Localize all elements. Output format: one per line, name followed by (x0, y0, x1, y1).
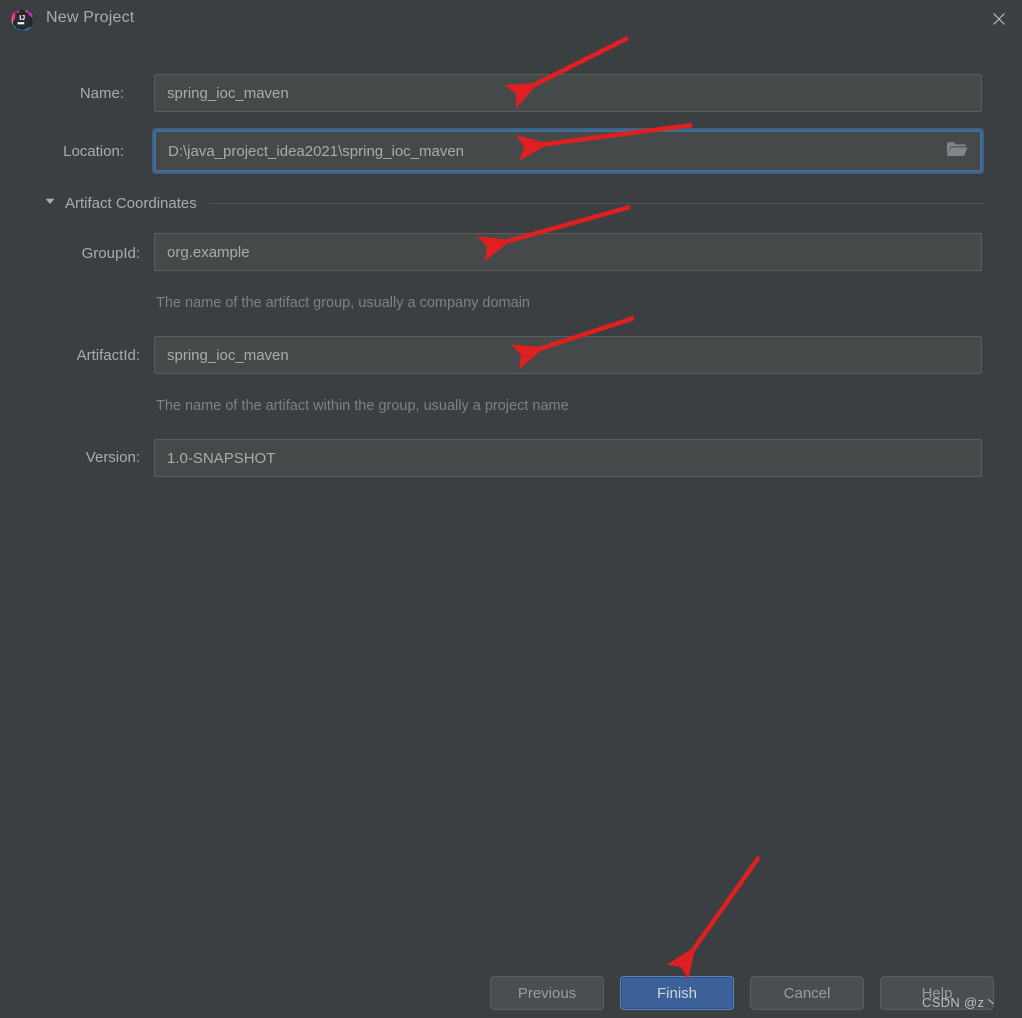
annotation-arrow-finish (666, 855, 761, 980)
artifactid-helper-text: The name of the artifact within the grou… (156, 398, 569, 414)
location-label: Location: (63, 143, 124, 160)
groupid-helper-text: The name of the artifact group, usually … (156, 295, 530, 311)
folder-icon[interactable] (946, 140, 968, 162)
version-label: Version: (85, 449, 140, 466)
artifactid-input[interactable]: spring_ioc_maven (154, 336, 982, 374)
finish-button[interactable]: Finish (620, 976, 734, 1010)
svg-text:IJ: IJ (19, 13, 25, 22)
name-label: Name: (79, 85, 124, 102)
version-input-value: 1.0-SNAPSHOT (167, 449, 276, 467)
cancel-button[interactable]: Cancel (750, 976, 864, 1010)
name-input[interactable]: spring_ioc_maven (154, 74, 982, 112)
intellij-idea-icon: IJ (11, 9, 33, 31)
groupid-input[interactable]: org.example (154, 233, 982, 271)
window-title: New Project (46, 9, 135, 26)
artifactid-input-value: spring_ioc_maven (167, 346, 289, 364)
version-input[interactable]: 1.0-SNAPSHOT (154, 439, 982, 477)
groupid-label: GroupId: (81, 245, 140, 262)
previous-button[interactable]: Previous (490, 976, 604, 1010)
close-icon (991, 11, 1007, 27)
window-titlebar: IJ New Project (0, 0, 1022, 38)
artifact-coordinates-title: Artifact Coordinates (65, 194, 197, 212)
location-input-value: D:\java_project_idea2021\spring_ioc_mave… (168, 142, 465, 160)
section-divider (208, 202, 984, 204)
watermark: CSDN @z丶 (922, 995, 998, 1010)
artifact-coordinates-section-toggle[interactable]: Artifact Coordinates (44, 191, 984, 215)
groupid-input-value: org.example (167, 243, 250, 261)
name-input-value: spring_ioc_maven (167, 84, 289, 102)
chevron-down-icon (44, 194, 56, 212)
close-button[interactable] (976, 0, 1022, 38)
artifactid-label: ArtifactId: (76, 347, 140, 364)
location-input[interactable]: D:\java_project_idea2021\spring_ioc_mave… (152, 128, 984, 174)
